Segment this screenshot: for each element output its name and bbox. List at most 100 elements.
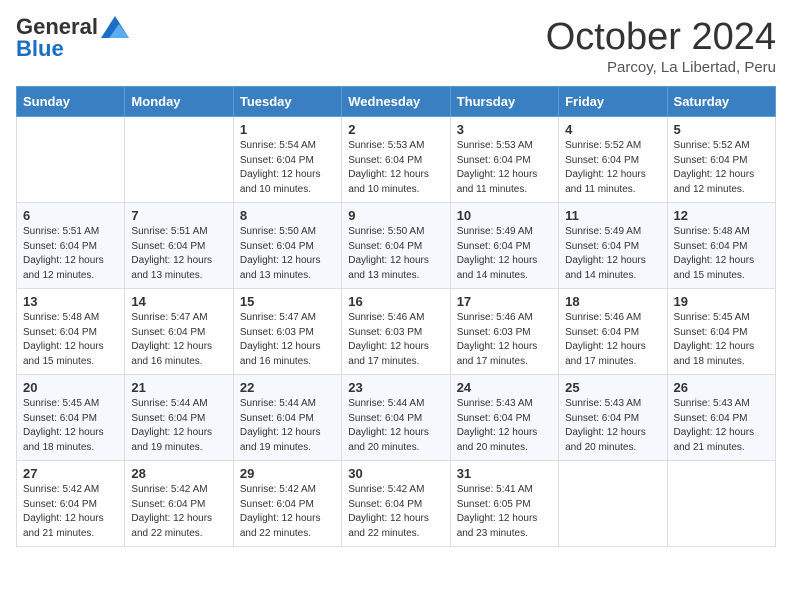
calendar-week-row: 13 Sunrise: 5:48 AM Sunset: 6:04 PM Dayli…: [17, 289, 776, 375]
day-number: 8: [240, 208, 335, 223]
calendar-week-row: 1 Sunrise: 5:54 AM Sunset: 6:04 PM Daylig…: [17, 117, 776, 203]
day-info: Sunrise: 5:47 AM Sunset: 6:04 PM Dayligh…: [131, 311, 226, 369]
calendar-cell: 21 Sunrise: 5:44 AM Sunset: 6:04 PM Dayli…: [125, 375, 233, 461]
page-header: General Blue October 2024 Parcoy, La Lib…: [16, 16, 776, 76]
calendar-cell: 31 Sunrise: 5:41 AM Sunset: 6:05 PM Dayli…: [450, 461, 558, 547]
calendar-cell: 18 Sunrise: 5:46 AM Sunset: 6:04 PM Dayli…: [559, 289, 667, 375]
day-info: Sunrise: 5:47 AM Sunset: 6:03 PM Dayligh…: [240, 311, 335, 369]
day-number: 7: [131, 208, 226, 223]
calendar-cell: [559, 461, 667, 547]
calendar-cell: 10 Sunrise: 5:49 AM Sunset: 6:04 PM Dayli…: [450, 203, 558, 289]
calendar-cell: 16 Sunrise: 5:46 AM Sunset: 6:03 PM Dayli…: [342, 289, 450, 375]
day-number: 4: [565, 122, 660, 137]
day-number: 9: [348, 208, 443, 223]
calendar-cell: 20Sunrise: 5:45 AM Sunset: 6:04 PM Dayli…: [17, 375, 125, 461]
day-info: Sunrise: 5:51 AM Sunset: 6:04 PM Dayligh…: [131, 225, 226, 283]
calendar-cell: 17 Sunrise: 5:46 AM Sunset: 6:03 PM Dayli…: [450, 289, 558, 375]
day-number: 18: [565, 294, 660, 309]
day-number: 12: [674, 208, 769, 223]
day-info: Sunrise: 5:46 AM Sunset: 6:03 PM Dayligh…: [457, 311, 552, 369]
calendar-header-friday: Friday: [559, 87, 667, 117]
day-number: 27: [23, 466, 118, 481]
calendar-cell: 2 Sunrise: 5:53 AM Sunset: 6:04 PM Daylig…: [342, 117, 450, 203]
day-info: Sunrise: 5:52 AM Sunset: 6:04 PM Dayligh…: [565, 139, 660, 197]
calendar-cell: 23Sunrise: 5:44 AM Sunset: 6:04 PM Dayli…: [342, 375, 450, 461]
day-number: 25: [565, 380, 660, 395]
calendar-header-monday: Monday: [125, 87, 233, 117]
calendar-cell: 27 Sunrise: 5:42 AM Sunset: 6:04 PM Dayli…: [17, 461, 125, 547]
logo: General Blue: [16, 16, 129, 61]
day-info: Sunrise: 5:45 AM Sunset: 6:04 PM Dayligh…: [674, 311, 769, 369]
calendar-header-saturday: Saturday: [667, 87, 775, 117]
day-number: 2: [348, 122, 443, 137]
calendar-week-row: 20Sunrise: 5:45 AM Sunset: 6:04 PM Dayli…: [17, 375, 776, 461]
day-number: 3: [457, 122, 552, 137]
calendar-cell: 19Sunrise: 5:45 AM Sunset: 6:04 PM Dayli…: [667, 289, 775, 375]
day-number: 15: [240, 294, 335, 309]
calendar-cell: 29Sunrise: 5:42 AM Sunset: 6:04 PM Dayli…: [233, 461, 341, 547]
location-subtitle: Parcoy, La Libertad, Peru: [546, 59, 776, 76]
calendar-cell: 7 Sunrise: 5:51 AM Sunset: 6:04 PM Daylig…: [125, 203, 233, 289]
day-info: Sunrise: 5:42 AM Sunset: 6:04 PM Dayligh…: [348, 483, 443, 541]
calendar-cell: [667, 461, 775, 547]
day-number: 1: [240, 122, 335, 137]
calendar-cell: 4 Sunrise: 5:52 AM Sunset: 6:04 PM Daylig…: [559, 117, 667, 203]
day-number: 31: [457, 466, 552, 481]
calendar-cell: 22 Sunrise: 5:44 AM Sunset: 6:04 PM Dayli…: [233, 375, 341, 461]
day-info: Sunrise: 5:44 AM Sunset: 6:04 PM Dayligh…: [348, 397, 443, 455]
calendar-cell: [17, 117, 125, 203]
day-info: Sunrise: 5:45 AM Sunset: 6:04 PM Dayligh…: [23, 397, 118, 455]
day-number: 14: [131, 294, 226, 309]
calendar-cell: 28Sunrise: 5:42 AM Sunset: 6:04 PM Dayli…: [125, 461, 233, 547]
day-number: 26: [674, 380, 769, 395]
day-info: Sunrise: 5:49 AM Sunset: 6:04 PM Dayligh…: [457, 225, 552, 283]
day-number: 16: [348, 294, 443, 309]
calendar-cell: 11 Sunrise: 5:49 AM Sunset: 6:04 PM Dayli…: [559, 203, 667, 289]
day-info: Sunrise: 5:46 AM Sunset: 6:03 PM Dayligh…: [348, 311, 443, 369]
calendar-cell: 3 Sunrise: 5:53 AM Sunset: 6:04 PM Daylig…: [450, 117, 558, 203]
calendar-cell: 25 Sunrise: 5:43 AM Sunset: 6:04 PM Dayli…: [559, 375, 667, 461]
calendar-cell: 15 Sunrise: 5:47 AM Sunset: 6:03 PM Dayli…: [233, 289, 341, 375]
calendar-cell: 6Sunrise: 5:51 AM Sunset: 6:04 PM Daylig…: [17, 203, 125, 289]
day-number: 22: [240, 380, 335, 395]
day-number: 6: [23, 208, 118, 223]
day-info: Sunrise: 5:43 AM Sunset: 6:04 PM Dayligh…: [565, 397, 660, 455]
day-number: 11: [565, 208, 660, 223]
day-number: 28: [131, 466, 226, 481]
day-number: 17: [457, 294, 552, 309]
logo-general: General: [16, 16, 98, 38]
title-area: October 2024 Parcoy, La Libertad, Peru: [546, 16, 776, 76]
calendar-cell: [125, 117, 233, 203]
calendar-cell: 24Sunrise: 5:43 AM Sunset: 6:04 PM Dayli…: [450, 375, 558, 461]
calendar-week-row: 27 Sunrise: 5:42 AM Sunset: 6:04 PM Dayli…: [17, 461, 776, 547]
calendar-header-tuesday: Tuesday: [233, 87, 341, 117]
calendar-table: SundayMondayTuesdayWednesdayThursdayFrid…: [16, 86, 776, 547]
day-info: Sunrise: 5:52 AM Sunset: 6:04 PM Dayligh…: [674, 139, 769, 197]
calendar-cell: 9Sunrise: 5:50 AM Sunset: 6:04 PM Daylig…: [342, 203, 450, 289]
day-number: 10: [457, 208, 552, 223]
day-info: Sunrise: 5:42 AM Sunset: 6:04 PM Dayligh…: [23, 483, 118, 541]
day-number: 5: [674, 122, 769, 137]
calendar-cell: 12 Sunrise: 5:48 AM Sunset: 6:04 PM Dayli…: [667, 203, 775, 289]
day-number: 30: [348, 466, 443, 481]
day-info: Sunrise: 5:42 AM Sunset: 6:04 PM Dayligh…: [240, 483, 335, 541]
day-info: Sunrise: 5:53 AM Sunset: 6:04 PM Dayligh…: [348, 139, 443, 197]
day-info: Sunrise: 5:44 AM Sunset: 6:04 PM Dayligh…: [240, 397, 335, 455]
day-number: 21: [131, 380, 226, 395]
day-info: Sunrise: 5:50 AM Sunset: 6:04 PM Dayligh…: [240, 225, 335, 283]
day-info: Sunrise: 5:49 AM Sunset: 6:04 PM Dayligh…: [565, 225, 660, 283]
logo-icon: [101, 16, 129, 38]
logo-blue: Blue: [16, 36, 64, 61]
calendar-cell: 8 Sunrise: 5:50 AM Sunset: 6:04 PM Daylig…: [233, 203, 341, 289]
day-number: 13: [23, 294, 118, 309]
calendar-cell: 30 Sunrise: 5:42 AM Sunset: 6:04 PM Dayli…: [342, 461, 450, 547]
day-info: Sunrise: 5:44 AM Sunset: 6:04 PM Dayligh…: [131, 397, 226, 455]
calendar-cell: 14 Sunrise: 5:47 AM Sunset: 6:04 PM Dayli…: [125, 289, 233, 375]
day-info: Sunrise: 5:41 AM Sunset: 6:05 PM Dayligh…: [457, 483, 552, 541]
day-info: Sunrise: 5:46 AM Sunset: 6:04 PM Dayligh…: [565, 311, 660, 369]
day-info: Sunrise: 5:48 AM Sunset: 6:04 PM Dayligh…: [674, 225, 769, 283]
day-info: Sunrise: 5:48 AM Sunset: 6:04 PM Dayligh…: [23, 311, 118, 369]
calendar-header-row: SundayMondayTuesdayWednesdayThursdayFrid…: [17, 87, 776, 117]
day-info: Sunrise: 5:53 AM Sunset: 6:04 PM Dayligh…: [457, 139, 552, 197]
day-info: Sunrise: 5:54 AM Sunset: 6:04 PM Dayligh…: [240, 139, 335, 197]
